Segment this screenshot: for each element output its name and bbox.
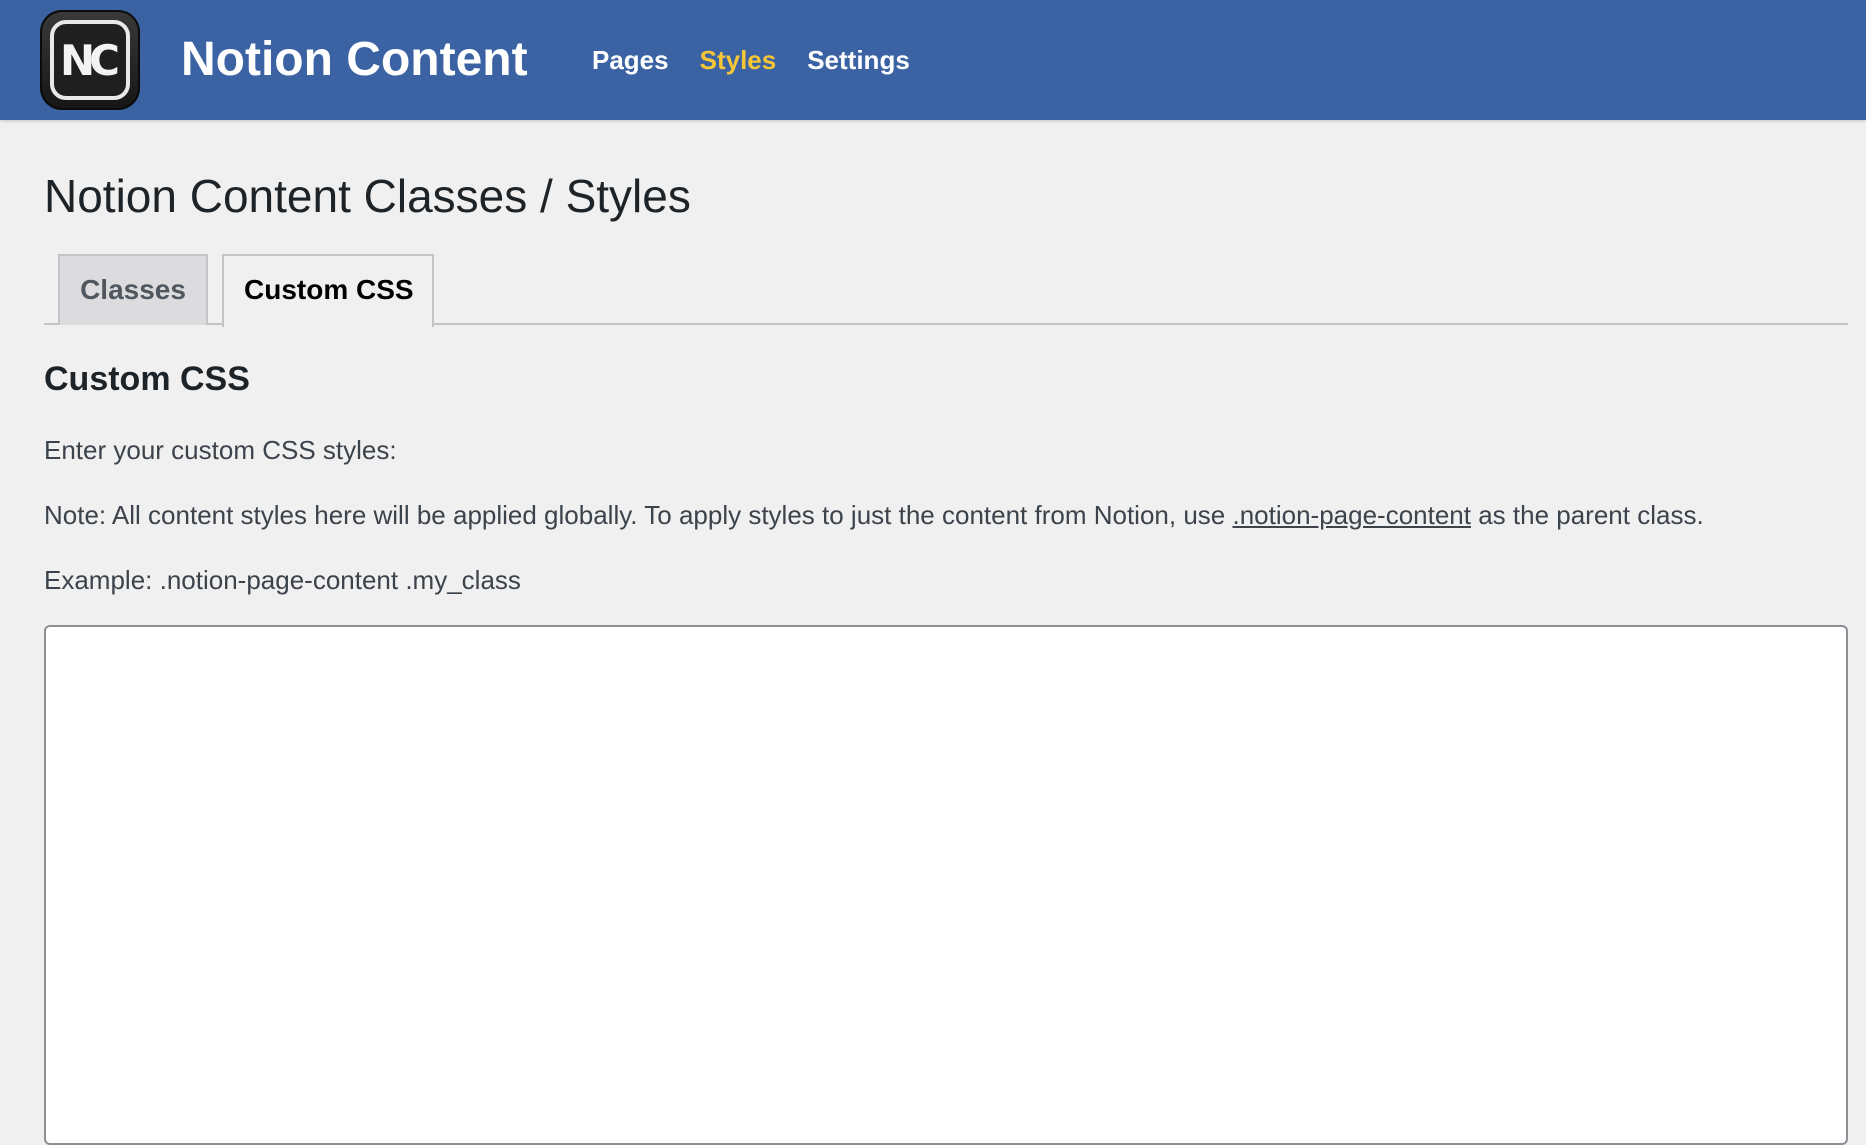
logo-text: NC [60, 35, 120, 85]
custom-css-textarea[interactable] [44, 625, 1848, 1145]
tab-classes[interactable]: Classes [58, 254, 208, 325]
top-header: NC Notion Content Pages Styles Settings [0, 0, 1866, 120]
note-text: Note: All content styles here will be ap… [44, 497, 1704, 533]
nav-item-pages[interactable]: Pages [592, 42, 669, 78]
brand-title: Notion Content [181, 33, 528, 86]
app-logo[interactable]: NC [40, 10, 140, 110]
logo-badge: NC [50, 20, 130, 100]
tab-custom-css[interactable]: Custom CSS [222, 254, 434, 327]
note-text-before: Note: All content styles here will be ap… [44, 500, 1233, 530]
nav-item-styles[interactable]: Styles [700, 42, 777, 78]
tab-bar: Classes Custom CSS [44, 253, 1848, 327]
notion-page-content-link[interactable]: .notion-page-content [1232, 500, 1471, 530]
note-text-after: as the parent class. [1470, 500, 1704, 530]
nav-item-settings[interactable]: Settings [807, 42, 910, 78]
example-text: Example: .notion-page-content .my_class [44, 565, 521, 595]
intro-text: Enter your custom CSS styles: [44, 435, 397, 465]
page-title: Notion Content Classes / Styles [44, 170, 691, 222]
section-title: Custom CSS [44, 360, 250, 398]
main-nav: Pages Styles Settings [592, 42, 910, 78]
